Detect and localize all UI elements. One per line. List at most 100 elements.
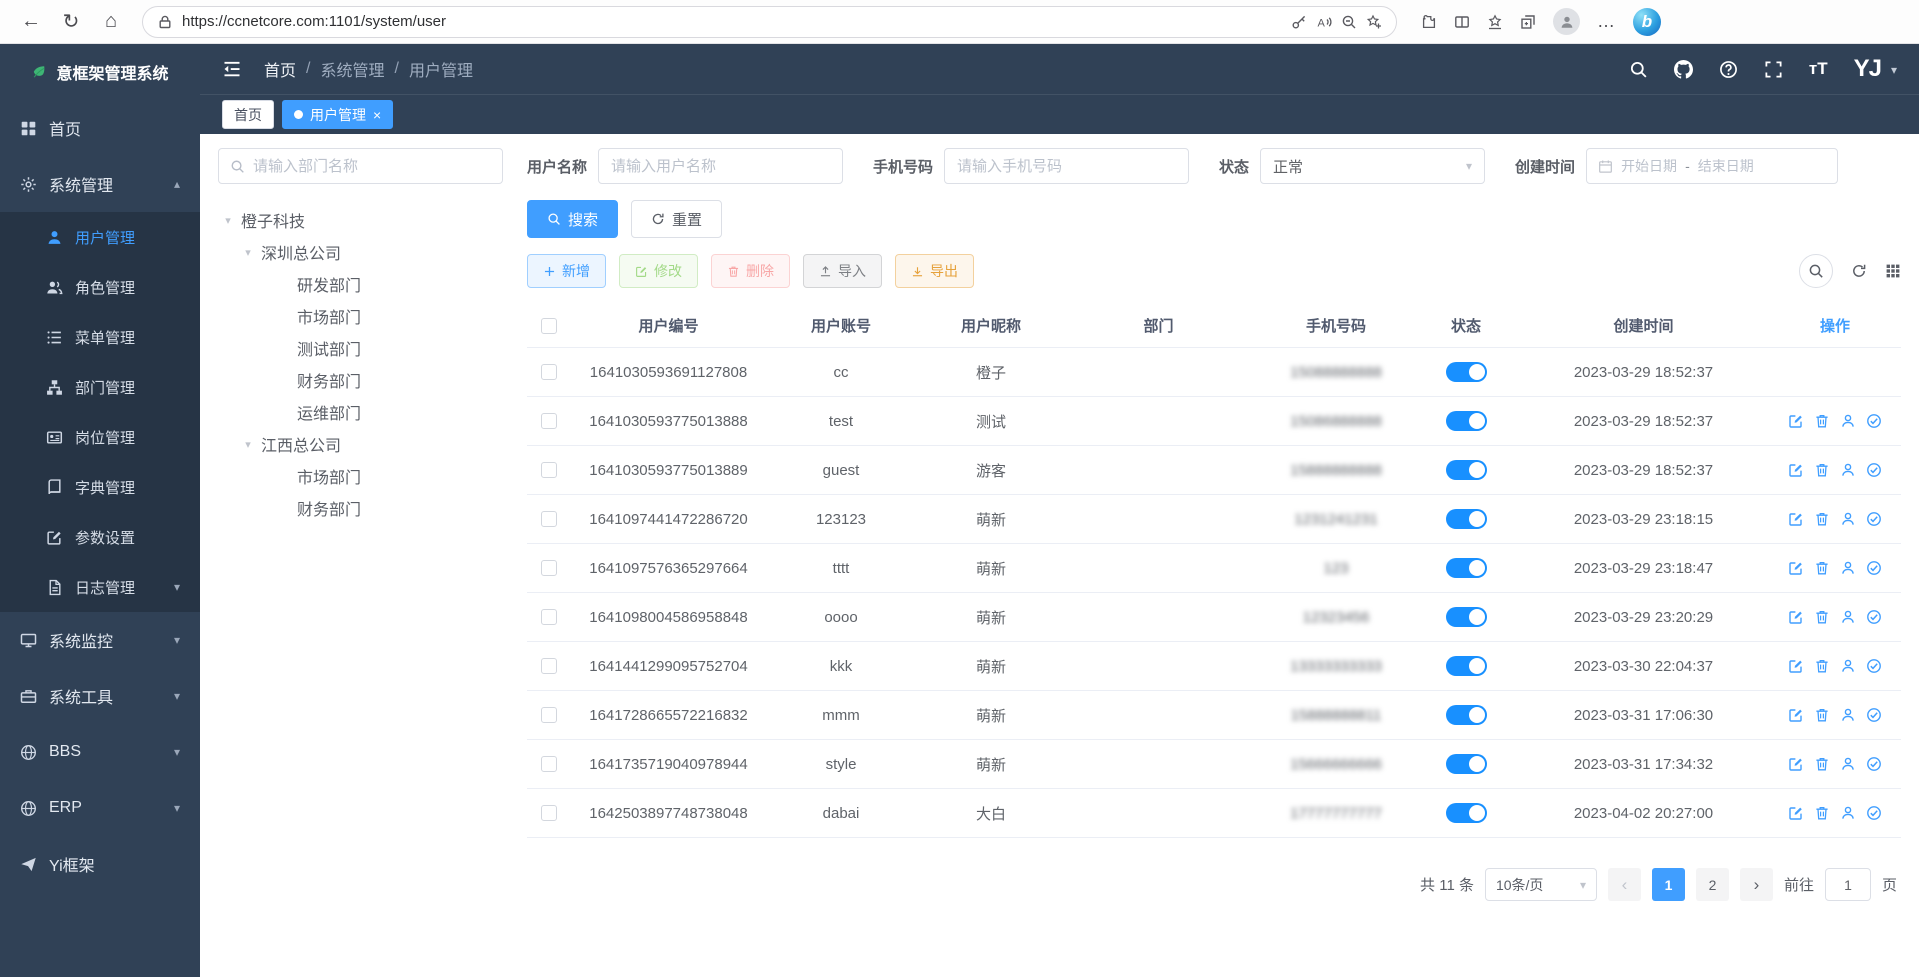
select-all-checkbox[interactable] [541, 318, 557, 334]
show-search-icon[interactable] [1799, 254, 1833, 288]
address-bar[interactable]: https://ccnetcore.com:1101/system/user [142, 6, 1397, 38]
help-icon[interactable] [1719, 60, 1738, 79]
status-toggle[interactable] [1446, 803, 1487, 823]
sidebar-collapse-icon[interactable] [222, 59, 242, 79]
reset-password-icon[interactable] [1840, 609, 1856, 625]
sidebar-item-bbs[interactable]: BBS [0, 724, 200, 780]
delete-icon[interactable] [1814, 462, 1830, 478]
app-logo[interactable]: 意框架管理系统 [0, 44, 200, 100]
status-toggle[interactable] [1446, 558, 1487, 578]
delete-icon[interactable] [1814, 560, 1830, 576]
sidebar-item-system-tools[interactable]: 系统工具 [0, 668, 200, 724]
sidebar-item-system-monitor[interactable]: 系统监控 [0, 612, 200, 668]
github-icon[interactable] [1674, 60, 1693, 79]
edit-icon[interactable] [1788, 609, 1804, 625]
page-size-select[interactable]: 10条/页 [1485, 868, 1597, 901]
fullscreen-icon[interactable] [1764, 60, 1783, 79]
tree-expand-icon[interactable] [242, 438, 254, 451]
tab-home[interactable]: 首页 [222, 100, 274, 129]
phone-input[interactable] [944, 148, 1189, 184]
status-toggle[interactable] [1446, 705, 1487, 725]
assign-role-icon[interactable] [1866, 707, 1882, 723]
tree-node[interactable]: 江西总公司 [218, 428, 503, 460]
tree-node[interactable]: 财务部门 [218, 364, 503, 396]
edit-icon[interactable] [1788, 560, 1804, 576]
reset-password-icon[interactable] [1840, 560, 1856, 576]
sidebar-item-role-management[interactable]: 角色管理 [0, 262, 200, 312]
goto-page-input[interactable] [1825, 868, 1871, 901]
bookmark-star-icon[interactable] [1366, 14, 1382, 30]
edit-icon[interactable] [1788, 511, 1804, 527]
status-toggle[interactable] [1446, 509, 1487, 529]
edit-icon[interactable] [1788, 805, 1804, 821]
url-text[interactable]: https://ccnetcore.com:1101/system/user [182, 13, 1282, 30]
browser-home-icon[interactable] [94, 5, 128, 39]
extensions-icon[interactable] [1421, 14, 1437, 30]
import-button[interactable]: 导入 [803, 254, 882, 288]
reset-button[interactable]: 重置 [631, 200, 722, 238]
tree-node[interactable]: 橙子科技 [218, 204, 503, 236]
sidebar-item-post-management[interactable]: 岗位管理 [0, 412, 200, 462]
tree-node[interactable]: 运维部门 [218, 396, 503, 428]
zoom-icon[interactable] [1341, 14, 1357, 30]
row-checkbox[interactable] [541, 413, 557, 429]
reset-password-icon[interactable] [1840, 805, 1856, 821]
tree-node[interactable]: 市场部门 [218, 460, 503, 492]
yj-logo[interactable]: YJ [1854, 55, 1881, 83]
row-checkbox[interactable] [541, 658, 557, 674]
reset-password-icon[interactable] [1840, 462, 1856, 478]
row-checkbox[interactable] [541, 756, 557, 772]
sidebar-item-menu-management[interactable]: 菜单管理 [0, 312, 200, 362]
status-toggle[interactable] [1446, 362, 1487, 382]
edit-icon[interactable] [1788, 707, 1804, 723]
read-aloud-icon[interactable] [1316, 14, 1332, 30]
sidebar-item-param-settings[interactable]: 参数设置 [0, 512, 200, 562]
tree-expand-icon[interactable] [222, 214, 234, 227]
search-button[interactable]: 搜索 [527, 200, 618, 238]
assign-role-icon[interactable] [1866, 560, 1882, 576]
tree-node[interactable]: 市场部门 [218, 300, 503, 332]
delete-icon[interactable] [1814, 511, 1830, 527]
collections-icon[interactable] [1520, 14, 1536, 30]
dept-search-box[interactable] [218, 148, 503, 184]
browser-back-icon[interactable] [14, 5, 48, 39]
sidebar-item-home[interactable]: 首页 [0, 100, 200, 156]
reset-password-icon[interactable] [1840, 413, 1856, 429]
edit-icon[interactable] [1788, 658, 1804, 674]
sidebar-item-erp[interactable]: ERP [0, 780, 200, 836]
sidebar-item-yi-framework[interactable]: Yi框架 [0, 836, 200, 892]
row-checkbox[interactable] [541, 462, 557, 478]
close-icon[interactable]: × [373, 108, 381, 122]
sidebar-item-system-management[interactable]: 系统管理 [0, 156, 200, 212]
split-screen-icon[interactable] [1454, 14, 1470, 30]
assign-role-icon[interactable] [1866, 413, 1882, 429]
tree-expand-icon[interactable] [242, 246, 254, 259]
page-button-1[interactable]: 1 [1652, 868, 1685, 901]
breadcrumb-home[interactable]: 首页 [264, 57, 296, 81]
search-icon[interactable] [1629, 60, 1648, 79]
delete-icon[interactable] [1814, 707, 1830, 723]
reset-password-icon[interactable] [1840, 707, 1856, 723]
delete-icon[interactable] [1814, 756, 1830, 772]
username-input[interactable] [598, 148, 843, 184]
chevron-down-icon[interactable] [1891, 63, 1897, 83]
status-toggle[interactable] [1446, 460, 1487, 480]
assign-role-icon[interactable] [1866, 658, 1882, 674]
reset-password-icon[interactable] [1840, 658, 1856, 674]
row-checkbox[interactable] [541, 805, 557, 821]
row-checkbox[interactable] [541, 364, 557, 380]
row-checkbox[interactable] [541, 707, 557, 723]
refresh-table-icon[interactable] [1851, 263, 1867, 279]
assign-role-icon[interactable] [1866, 805, 1882, 821]
add-button[interactable]: 新增 [527, 254, 606, 288]
delete-button[interactable]: 删除 [711, 254, 790, 288]
delete-icon[interactable] [1814, 658, 1830, 674]
tab-user-management[interactable]: 用户管理 × [282, 100, 393, 129]
status-toggle[interactable] [1446, 754, 1487, 774]
tree-node[interactable]: 深圳总公司 [218, 236, 503, 268]
assign-role-icon[interactable] [1866, 609, 1882, 625]
assign-role-icon[interactable] [1866, 511, 1882, 527]
dept-search-input[interactable] [253, 158, 491, 175]
prev-page-button[interactable] [1608, 868, 1641, 901]
browser-reload-icon[interactable] [54, 5, 88, 39]
